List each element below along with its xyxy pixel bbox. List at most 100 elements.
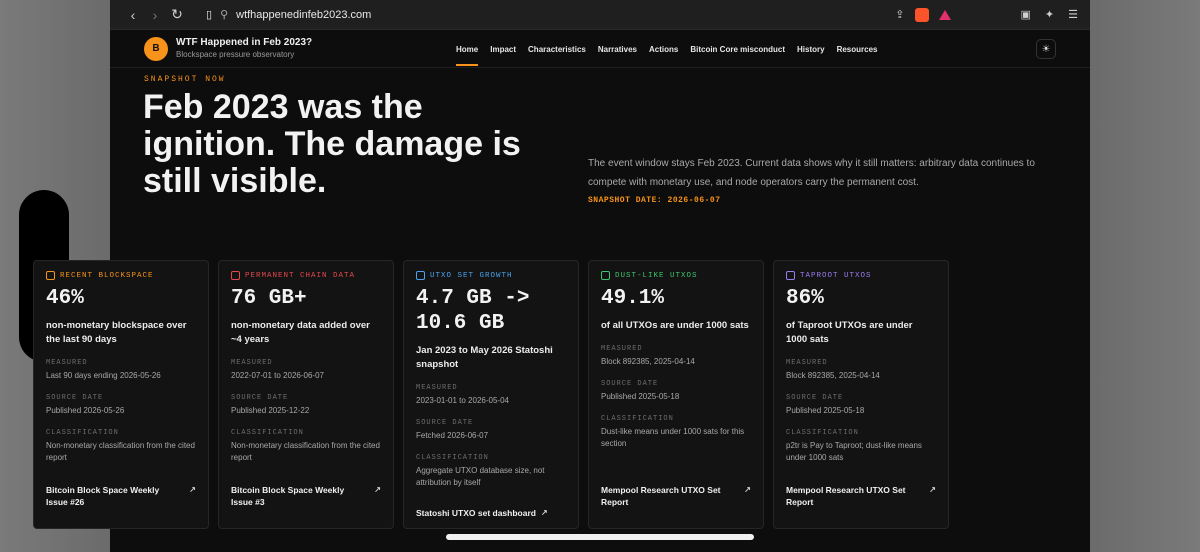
browser-toolbar: ‹ › ↻ ▯ ⚲ wtfhappenedinfeb2023.com ⇪ ▣ ✦…	[110, 0, 1090, 30]
source-link-label[interactable]: Mempool Research UTXO Set Report	[786, 484, 916, 508]
back-icon[interactable]: ‹	[122, 7, 144, 23]
source-date-label: SOURCE DATE	[46, 394, 104, 402]
classification-label: CLASSIFICATION	[231, 429, 304, 437]
measured-value: Last 90 days ending 2026-05-26	[46, 371, 161, 380]
leo-ai-icon[interactable]: ✦	[1045, 8, 1054, 21]
menu-icon[interactable]: ☰	[1068, 8, 1078, 21]
source-date-value: Published 2026-05-26	[46, 406, 125, 415]
home-indicator	[446, 534, 754, 540]
source-link[interactable]: Bitcoin Block Space Weekly Issue #3 ↗	[231, 484, 381, 508]
stat-card: UTXO SET GROWTH 4.7 GB -> 10.6 GB Jan 20…	[403, 260, 579, 529]
source-link-label[interactable]: Bitcoin Block Space Weekly Issue #3	[231, 484, 351, 508]
nav-impact[interactable]: Impact	[484, 30, 522, 68]
external-link-icon[interactable]: ↗	[541, 507, 548, 519]
classification-value: p2tr is Pay to Taproot; dust-like means …	[786, 441, 922, 462]
card-value: 46%	[46, 287, 84, 310]
site-info-icon[interactable]: ⚲	[220, 8, 228, 21]
nav-actions[interactable]: Actions	[643, 30, 684, 68]
external-link-icon[interactable]: ↗	[189, 484, 196, 508]
site-subtitle: Blockspace pressure observatory	[176, 49, 295, 59]
card-description: Jan 2023 to May 2026 Statoshi snapshot	[416, 345, 553, 370]
classification-label: CLASSIFICATION	[46, 429, 119, 437]
hero: SNAPSHOT NOW Feb 2023 was the ignition. …	[110, 68, 1090, 224]
card-tag: DUST-LIKE UTXOS	[601, 271, 751, 280]
stat-card: DUST-LIKE UTXOS 49.1% of all UTXOs are u…	[588, 260, 764, 529]
card-value: 76 GB+	[231, 287, 307, 310]
reader-icon[interactable]: ▣	[1021, 8, 1031, 21]
card-description: non-monetary blockspace over the last 90…	[46, 320, 187, 345]
card-tag-label: UTXO SET GROWTH	[430, 271, 513, 280]
stat-cards: RECENT BLOCKSPACE 46% non-monetary block…	[33, 260, 949, 529]
hero-headline: Feb 2023 was the ignition. The damage is…	[143, 88, 521, 200]
measured-label: MEASURED	[416, 384, 458, 392]
bookmark-icon[interactable]: ▯	[206, 8, 212, 21]
measured-label: MEASURED	[231, 359, 273, 367]
card-tag: TAPROOT UTXOS	[786, 271, 936, 280]
nav-narratives[interactable]: Narratives	[592, 30, 643, 68]
external-link-icon[interactable]: ↗	[374, 484, 381, 508]
reload-icon[interactable]: ↻	[166, 6, 188, 23]
card-tag: UTXO SET GROWTH	[416, 271, 566, 280]
external-link-icon[interactable]: ↗	[929, 484, 936, 508]
source-link[interactable]: Mempool Research UTXO Set Report ↗	[601, 484, 751, 508]
source-link-label[interactable]: Statoshi UTXO set dashboard	[416, 507, 536, 519]
source-date-label: SOURCE DATE	[601, 380, 659, 388]
stat-card: RECENT BLOCKSPACE 46% non-monetary block…	[33, 260, 209, 529]
source-link[interactable]: Statoshi UTXO set dashboard ↗	[416, 507, 566, 519]
card-value: 4.7 GB -> 10.6 GB	[416, 287, 530, 335]
measured-label: MEASURED	[601, 345, 643, 353]
nav-resources[interactable]: Resources	[831, 30, 884, 68]
database-icon	[231, 271, 240, 280]
snapshot-kicker: SNAPSHOT NOW	[144, 75, 226, 84]
theme-toggle-sun-icon[interactable]: ☀	[1036, 39, 1056, 59]
share-icon[interactable]: ⇪	[895, 8, 904, 21]
stat-card: TAPROOT UTXOS 86% of Taproot UTXOs are u…	[773, 260, 949, 529]
source-date-label: SOURCE DATE	[416, 419, 474, 427]
source-date-label: SOURCE DATE	[231, 394, 289, 402]
brave-rewards-icon[interactable]	[938, 9, 951, 20]
url-text[interactable]: wtfhappenedinfeb2023.com	[236, 9, 371, 21]
source-link[interactable]: Mempool Research UTXO Set Report ↗	[786, 484, 936, 508]
forward-icon[interactable]: ›	[144, 7, 166, 23]
hero-lead: The event window stays Feb 2023. Current…	[588, 158, 1035, 188]
gauge-icon	[46, 271, 55, 280]
classification-value: Aggregate UTXO database size, not attrib…	[416, 466, 545, 487]
card-description: of all UTXOs are under 1000 sats	[601, 320, 749, 331]
bitcoin-logo[interactable]: B	[144, 36, 168, 61]
card-description: non-monetary data added over ~4 years	[231, 320, 370, 345]
card-description: of Taproot UTXOs are under 1000 sats	[786, 320, 913, 345]
external-link-icon[interactable]: ↗	[744, 484, 751, 508]
measured-label: MEASURED	[786, 359, 828, 367]
card-tag-label: TAPROOT UTXOS	[800, 271, 872, 280]
card-tag-label: RECENT BLOCKSPACE	[60, 271, 154, 280]
classification-label: CLASSIFICATION	[786, 429, 859, 437]
stack-icon	[416, 271, 425, 280]
card-tag: RECENT BLOCKSPACE	[46, 271, 196, 280]
source-date-value: Fetched 2026-06-07	[416, 431, 489, 440]
measured-value: 2022-07-01 to 2026-06-07	[231, 371, 324, 380]
classification-label: CLASSIFICATION	[416, 454, 489, 462]
nav-history[interactable]: History	[791, 30, 831, 68]
measured-value: Block 892385, 2025-04-14	[601, 357, 695, 366]
source-link-label[interactable]: Mempool Research UTXO Set Report	[601, 484, 731, 508]
address-bar[interactable]: ▯ ⚲ wtfhappenedinfeb2023.com	[206, 8, 895, 22]
card-value: 86%	[786, 287, 824, 310]
nav-home[interactable]: Home	[450, 30, 484, 68]
main-nav: Home Impact Characteristics Narratives A…	[450, 30, 884, 68]
nav-characteristics[interactable]: Characteristics	[522, 30, 592, 68]
measured-value: 2023-01-01 to 2026-05-04	[416, 396, 509, 405]
measured-label: MEASURED	[46, 359, 88, 367]
classification-label: CLASSIFICATION	[601, 415, 674, 423]
source-date-value: Published 2025-05-18	[786, 406, 865, 415]
source-link[interactable]: Bitcoin Block Space Weekly Issue #26 ↗	[46, 484, 196, 508]
brand[interactable]: WTF Happened in Feb 2023? Blockspace pre…	[176, 37, 312, 61]
coins-icon	[601, 271, 610, 280]
brave-shields-icon[interactable]	[914, 7, 929, 22]
card-value: 49.1%	[601, 287, 665, 310]
nav-bitcoin-core-misconduct[interactable]: Bitcoin Core misconduct	[684, 30, 791, 68]
snapshot-date: SNAPSHOT DATE: 2026-06-07	[588, 196, 721, 205]
card-tag-label: DUST-LIKE UTXOS	[615, 271, 698, 280]
site-header: B WTF Happened in Feb 2023? Blockspace p…	[110, 30, 1090, 68]
source-link-label[interactable]: Bitcoin Block Space Weekly Issue #26	[46, 484, 166, 508]
site-title: WTF Happened in Feb 2023?	[176, 36, 313, 48]
